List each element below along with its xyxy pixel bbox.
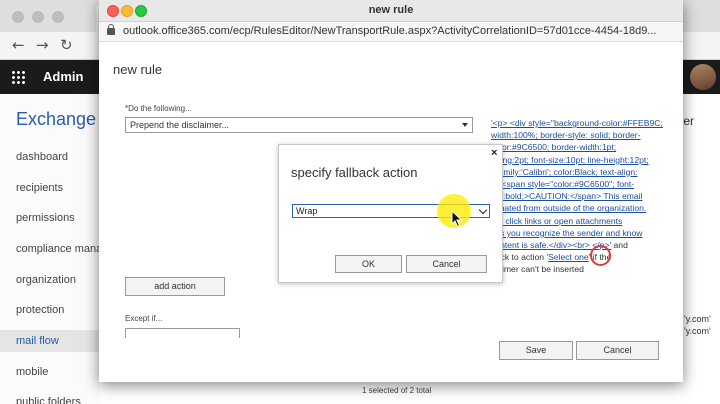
lock-icon	[107, 24, 115, 35]
dialog-cancel-button[interactable]: Cancel	[406, 255, 487, 273]
background-minimize-dot	[32, 11, 44, 23]
admin-label: Admin	[43, 69, 84, 84]
background-zoom-dot	[52, 11, 64, 23]
sidebar-item-recipients[interactable]: recipients	[16, 182, 63, 194]
action-select[interactable]: Prepend the disclaimer...	[125, 117, 473, 133]
forward-icon[interactable]: →	[36, 36, 49, 54]
sidebar-item-organization[interactable]: organization	[16, 274, 76, 286]
except-if-label: Except if...	[125, 314, 163, 323]
disclaimer-text: '<p> <div style="background-color:#FFEB9…	[491, 117, 681, 276]
chevron-down-icon	[478, 205, 488, 215]
background-close-dot	[12, 11, 24, 23]
ok-button[interactable]: OK	[335, 255, 402, 273]
back-icon[interactable]: ←	[12, 36, 25, 54]
cancel-button[interactable]: Cancel	[576, 341, 659, 360]
sidebar-item-protection[interactable]: protection	[16, 304, 64, 316]
disclaimer-link[interactable]: ess you recognize the sender and know	[491, 228, 642, 238]
sidebar-item-public-folders[interactable]: public folders	[16, 396, 81, 404]
except-if-select[interactable]	[125, 328, 240, 338]
page-title: Exchange a	[16, 109, 112, 129]
sidebar-item-mobile[interactable]: mobile	[16, 366, 48, 378]
disclaimer-link[interactable]: '<p> <div style="background-color:#FFEB9…	[491, 118, 663, 128]
app-launcher-icon[interactable]	[11, 70, 25, 84]
avatar[interactable]	[690, 64, 716, 90]
do-following-label: *Do the following...	[125, 104, 192, 113]
mouse-pointer-icon	[451, 210, 463, 228]
disclaimer-link[interactable]: iginated from outside of the organizatio…	[491, 203, 646, 213]
sidebar-item-permissions[interactable]: permissions	[16, 212, 75, 224]
disclaimer-link[interactable]: dding:2pt; font-size:10pt; line-height:1…	[491, 155, 649, 165]
background-right-text: 'y.com'	[684, 326, 711, 336]
background-right-text: 'y.com'	[684, 314, 711, 324]
add-action-button[interactable]: add action	[125, 277, 225, 296]
sidebar-item-dashboard[interactable]: dashboard	[16, 151, 68, 163]
selection-status: 1 selected of 2 total	[362, 386, 432, 395]
disclaimer-link[interactable]: color:#9C6500; border-width:1pt;	[491, 142, 616, 152]
rule-heading: new rule	[113, 62, 163, 77]
disclaimer-link[interactable]: width:100%; border-style: solid; border-	[491, 130, 641, 140]
address-bar[interactable]: outlook.office365.com/ecp/RulesEditor/Ne…	[99, 22, 683, 42]
fallback-end: claimer can't be inserted	[491, 264, 584, 275]
action-select-value: Prepend the disclaimer...	[130, 120, 230, 130]
window-titlebar: new rule	[99, 0, 683, 22]
disclaimer-link[interactable]: not click links or open attachments	[491, 216, 622, 226]
caret-down-icon	[462, 123, 468, 127]
reload-icon[interactable]: ↻	[60, 36, 73, 54]
sidebar-item-compliance[interactable]: compliance mana	[16, 243, 102, 255]
disclaimer-link[interactable]: "> <span style="color:#9C6500"; font-	[491, 179, 634, 189]
save-button[interactable]: Save	[499, 341, 573, 360]
new-rule-window: new rule outlook.office365.com/ecp/Rules…	[99, 0, 683, 382]
window-title: new rule	[368, 4, 414, 16]
url-text[interactable]: outlook.office365.com/ecp/RulesEditor/Ne…	[123, 25, 656, 37]
click-indicator-ring	[590, 245, 611, 266]
dialog-title: specify fallback action	[291, 165, 418, 180]
disclaimer-link[interactable]: t-family:'Calibri'; color:Black; text-al…	[491, 167, 638, 177]
disclaimer-and: and	[611, 240, 628, 251]
select-one-link[interactable]: Select one	[548, 252, 589, 262]
sidebar-item-mail-flow[interactable]: mail flow	[0, 330, 100, 352]
fallback-action-value: Wrap	[296, 206, 318, 216]
disclaimer-link[interactable]: ght:bold;>CAUTION:</span> This email	[491, 191, 643, 201]
close-icon[interactable]: ×	[491, 147, 497, 159]
